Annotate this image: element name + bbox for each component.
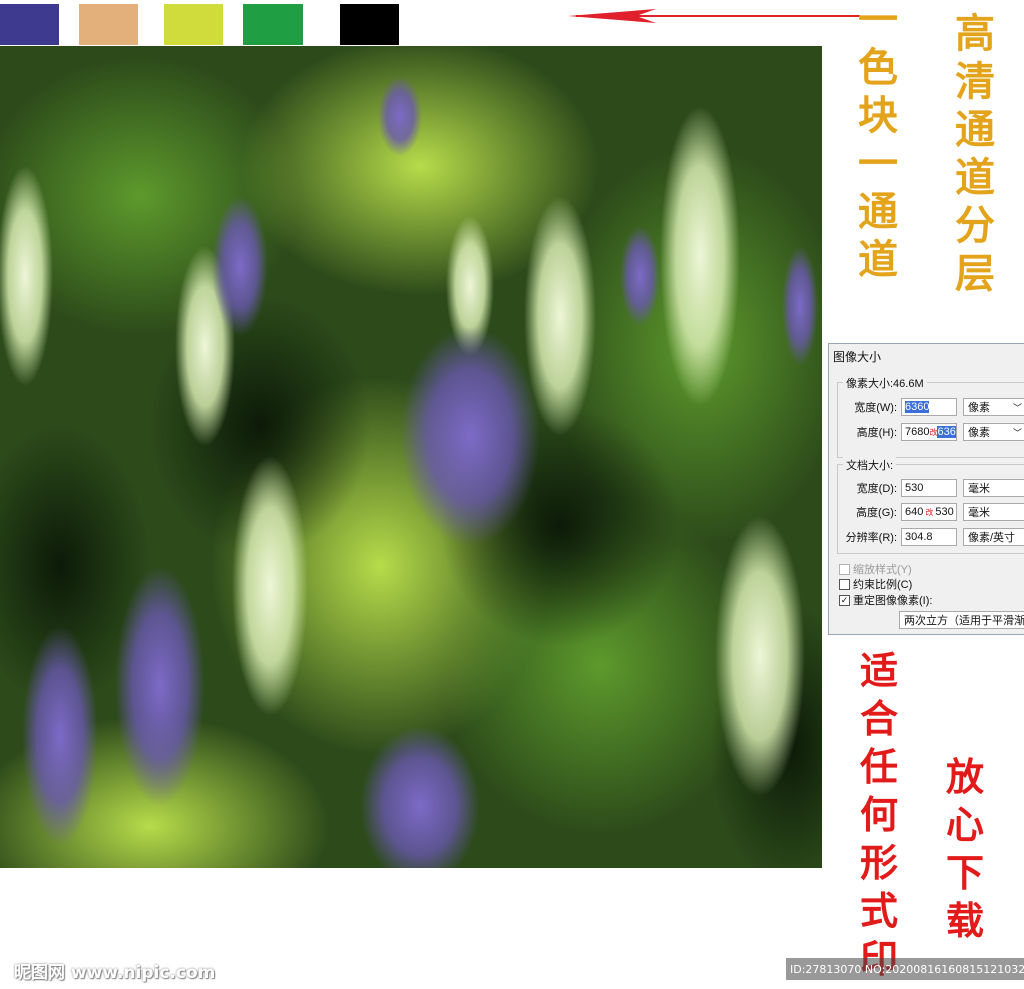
height-input[interactable]: 7680改6360: [901, 423, 957, 441]
doc-width-row: 宽度(D): 530 毫米: [839, 479, 1024, 497]
width-row: 宽度(W): 6360 像素 ﹀: [839, 398, 1024, 416]
swatch-lime: [164, 4, 223, 45]
resample-checkbox[interactable]: ✓ 重定图像像素(I):: [839, 592, 932, 608]
swatch-black: [340, 4, 399, 45]
doc-height-input[interactable]: 640 改 530: [901, 503, 957, 521]
scale-styles-checkbox[interactable]: 缩放样式(Y): [839, 561, 912, 577]
resolution-unit-select[interactable]: 像素/英寸: [963, 528, 1024, 546]
doc-width-unit-select[interactable]: 毫米: [963, 479, 1024, 497]
chevron-down-icon: ﹀: [1012, 402, 1022, 413]
swatch-green: [243, 4, 303, 45]
watermark-id: ID:27813070 NO:20200816160815121032: [786, 958, 1024, 980]
pixel-size-label: 像素大小:46.6M: [843, 375, 927, 391]
height-unit-select[interactable]: 像素 ﹀: [963, 423, 1024, 441]
annotation-hd-channel-layers: 高 清 通 道 分 层: [955, 10, 995, 297]
dialog-title: 图像大小: [833, 350, 882, 364]
chevron-down-icon: ﹀: [1012, 427, 1022, 438]
height-label: 高度(H):: [856, 427, 897, 439]
pixel-size-group: [837, 382, 1024, 458]
doc-height-unit-select[interactable]: 毫米: [963, 503, 1024, 521]
resample-method-select[interactable]: 两次立方（适用于平滑渐变: [899, 611, 1024, 629]
doc-width-input[interactable]: 530: [901, 479, 957, 497]
doc-height-row: 高度(G): 640 改 530 毫米: [839, 503, 1024, 521]
height-row: 高度(H): 7680改6360 像素﹀: [839, 423, 1024, 441]
image-size-dialog: 图像大小 像素大小:46.6M 宽度(W): 6360 像素 ﹀ 高度(H): 7…: [828, 343, 1024, 635]
annotation-one-block-one-channel: 一 色 块 一 通 道: [858, 0, 898, 283]
resolution-label: 分辨率(R):: [845, 532, 897, 544]
width-input[interactable]: 6360: [901, 398, 957, 416]
resolution-input[interactable]: 304.8: [901, 528, 957, 546]
watermark-site: 昵图网 www.nipic.com: [14, 963, 216, 983]
constrain-proportions-checkbox[interactable]: 约束比例(C): [839, 576, 912, 592]
swatch-tan: [79, 4, 138, 45]
swatch-purple: [0, 4, 59, 45]
check-icon: ✓: [839, 594, 850, 606]
wisteria-photo: [0, 46, 822, 868]
checkbox-box: [839, 563, 850, 575]
annotation-download-safe: 放 心 下 载: [946, 754, 985, 943]
checkbox-box: [839, 578, 850, 590]
annotation-suitable-any-print: 适 合 任 何 形 式 印: [860, 648, 899, 978]
doc-height-label: 高度(G):: [856, 507, 897, 519]
doc-width-label: 宽度(D):: [856, 483, 897, 495]
arrow-left-icon: [568, 9, 860, 23]
resolution-row: 分辨率(R): 304.8 像素/英寸: [839, 528, 1024, 546]
width-unit-select[interactable]: 像素 ﹀: [963, 398, 1024, 416]
document-size-label: 文档大小:: [843, 457, 897, 473]
width-label: 宽度(W):: [854, 402, 897, 414]
